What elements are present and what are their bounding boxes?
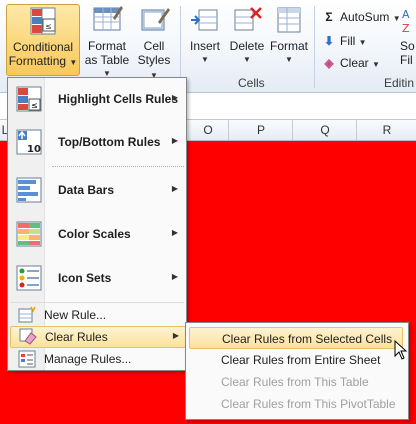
menu-item-label: Data Bars: [58, 183, 115, 197]
svg-text:A: A: [402, 8, 410, 21]
menu-item-label: New Rule...: [44, 308, 107, 322]
submenu-arrow-icon: ▶: [172, 331, 179, 340]
format-label: Format: [269, 39, 308, 53]
autosum-label: AutoSum: [340, 10, 390, 24]
submenu-arrow-icon: ▶: [171, 184, 178, 193]
menu-separator: [52, 166, 184, 167]
eraser-icon: ◈: [324, 56, 334, 70]
chevron-down-icon: ▼: [201, 55, 209, 64]
sigma-icon: Σ: [325, 10, 333, 24]
svg-text:Z: Z: [402, 22, 410, 35]
submenu-arrow-icon: ▶: [171, 93, 178, 102]
chevron-down-icon: ▼: [372, 60, 380, 69]
submenu-item-clear-selected-cells[interactable]: Clear Rules from Selected Cells: [189, 327, 403, 349]
menu-item-data-bars[interactable]: Data Bars ▶: [10, 174, 184, 206]
top-bottom-icon-text: 10: [27, 144, 41, 155]
new-rule-icon: [18, 306, 36, 323]
format-as-table-line2: as Table: [84, 53, 130, 67]
submenu-item-clear-this-pivottable: Clear Rules from This PivotTable: [221, 397, 396, 411]
manage-rules-icon: [18, 350, 36, 368]
format-as-table-icon: [93, 6, 123, 31]
autosum-button[interactable]: Σ AutoSum ▼: [322, 8, 400, 26]
conditional-formatting-line1: Conditional: [12, 40, 74, 54]
data-bars-icon: [16, 177, 42, 203]
menu-item-label: Manage Rules...: [44, 352, 132, 366]
clear-button[interactable]: ◈ Clear ▼: [322, 54, 380, 72]
group-separator: [180, 6, 181, 88]
sort-partial-label1: So: [400, 39, 415, 53]
insert-label: Insert: [189, 39, 220, 53]
clear-label: Clear: [340, 56, 369, 70]
menu-item-highlight-cells-rules[interactable]: ≤ Highlight Cells Rules ▶: [10, 84, 184, 114]
menu-item-label: Clear Rules: [45, 330, 108, 344]
highlight-cells-icon: ≤: [16, 86, 42, 112]
chevron-down-icon: ▼: [69, 58, 78, 67]
column-header-q[interactable]: Q: [292, 120, 357, 140]
conditional-formatting-button[interactable]: ≤ Conditional Formatting ▼: [6, 4, 80, 76]
sort-filter-icon: A Z: [402, 8, 410, 35]
conditional-formatting-icon: ≤: [30, 7, 56, 35]
cell-styles-line2: Styles: [137, 53, 171, 67]
top-bottom-icon: 10: [16, 129, 42, 155]
submenu-item-clear-entire-sheet[interactable]: Clear Rules from Entire Sheet: [189, 349, 403, 371]
column-header-p[interactable]: P: [228, 120, 293, 140]
cell-styles-icon: [141, 8, 170, 31]
submenu-arrow-icon: ▶: [171, 136, 178, 145]
submenu-arrow-icon: ▶: [171, 272, 178, 281]
cells-group-label: Cells: [238, 76, 265, 90]
menu-item-label: Icon Sets: [58, 271, 112, 285]
mouse-cursor-icon: [394, 340, 408, 360]
fill-down-icon: ⬇: [323, 34, 335, 48]
cell-styles-button[interactable]: Cell Styles ▼: [134, 4, 174, 80]
menu-item-manage-rules[interactable]: Manage Rules...: [10, 348, 184, 370]
color-scales-icon: [16, 221, 42, 247]
format-cells-icon: [277, 7, 301, 33]
format-as-table-button[interactable]: Format as Table ▼: [82, 4, 132, 78]
column-header-o[interactable]: O: [186, 120, 229, 140]
clear-rules-icon: [19, 328, 37, 345]
menu-item-top-bottom-rules[interactable]: 10 Top/Bottom Rules ▶: [10, 126, 184, 158]
fill-button[interactable]: ⬇ Fill ▼: [322, 32, 367, 50]
cell-styles-line1: Cell: [143, 39, 165, 53]
group-separator: [314, 6, 315, 88]
column-header-r[interactable]: R: [356, 120, 416, 140]
conditional-formatting-line2: Formatting: [8, 54, 67, 68]
menu-item-new-rule[interactable]: New Rule...: [10, 304, 184, 326]
chevron-down-icon: ▼: [243, 55, 251, 64]
submenu-item-clear-this-table: Clear Rules from This Table: [221, 375, 369, 389]
chevron-down-icon: ▼: [358, 38, 367, 47]
menu-item-label: Top/Bottom Rules: [58, 135, 161, 149]
format-button[interactable]: Format ▼: [268, 4, 310, 74]
delete-cells-icon: [234, 7, 262, 31]
svg-text:≤: ≤: [31, 101, 38, 110]
fill-label: Fill: [340, 34, 356, 48]
delete-label: Delete: [229, 39, 265, 53]
sort-filter-button[interactable]: A Z So Fil: [400, 4, 416, 74]
insert-button[interactable]: Insert ▼: [184, 4, 226, 74]
menu-item-clear-rules[interactable]: Clear Rules ▶: [10, 326, 186, 348]
format-as-table-line1: Format: [87, 39, 126, 53]
submenu-arrow-icon: ▶: [171, 228, 178, 237]
clear-rules-submenu: Clear Rules from Selected Cells Clear Ru…: [185, 322, 409, 420]
icon-sets-icon: [16, 265, 42, 291]
chevron-down-icon: ▼: [285, 55, 293, 64]
delete-button[interactable]: Delete ▼: [228, 4, 266, 74]
sort-partial-label2: Fil: [400, 53, 413, 67]
menu-item-icon-sets[interactable]: Icon Sets ▶: [10, 262, 184, 294]
editing-group-label: Editin: [384, 76, 415, 90]
menu-item-label: Highlight Cells Rules: [58, 92, 179, 106]
conditional-formatting-menu: ≤ Highlight Cells Rules ▶ 10 Top/Bottom …: [7, 77, 187, 371]
menu-separator: [10, 302, 184, 303]
svg-text:≤: ≤: [45, 22, 52, 31]
menu-item-label: Color Scales: [58, 227, 131, 241]
insert-cells-icon: [191, 9, 218, 31]
menu-item-color-scales[interactable]: Color Scales ▶: [10, 218, 184, 250]
